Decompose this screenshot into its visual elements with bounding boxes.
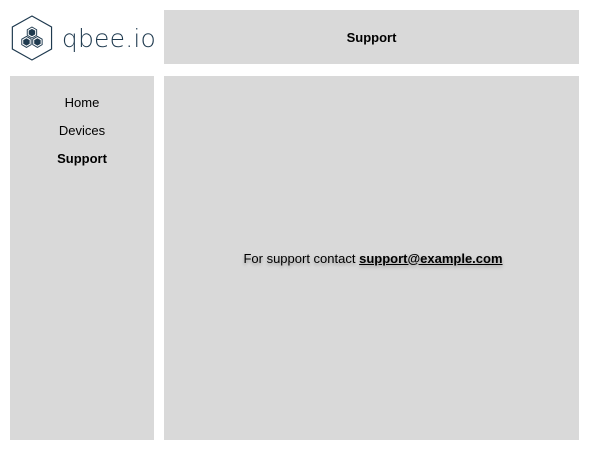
sidebar-item-devices[interactable]: Devices [10, 123, 154, 139]
logo[interactable]: qbee.io [10, 8, 156, 68]
sidebar-item-home[interactable]: Home [10, 95, 154, 111]
sidebar-nav: Home Devices Support [10, 76, 154, 167]
sidebar: Home Devices Support [10, 76, 154, 440]
main-content: For support contact support@example.com [164, 76, 579, 440]
sidebar-item-support[interactable]: Support [10, 151, 154, 167]
support-email-link[interactable]: support@example.com [359, 251, 502, 266]
page-header: Support [164, 10, 579, 64]
logo-text: qbee.io [61, 23, 156, 53]
hexagon-honeycomb-icon [11, 15, 53, 61]
support-text: For support contact [243, 250, 356, 266]
page-title: Support [346, 29, 397, 45]
support-message: For support contact support@example.com [243, 251, 502, 266]
